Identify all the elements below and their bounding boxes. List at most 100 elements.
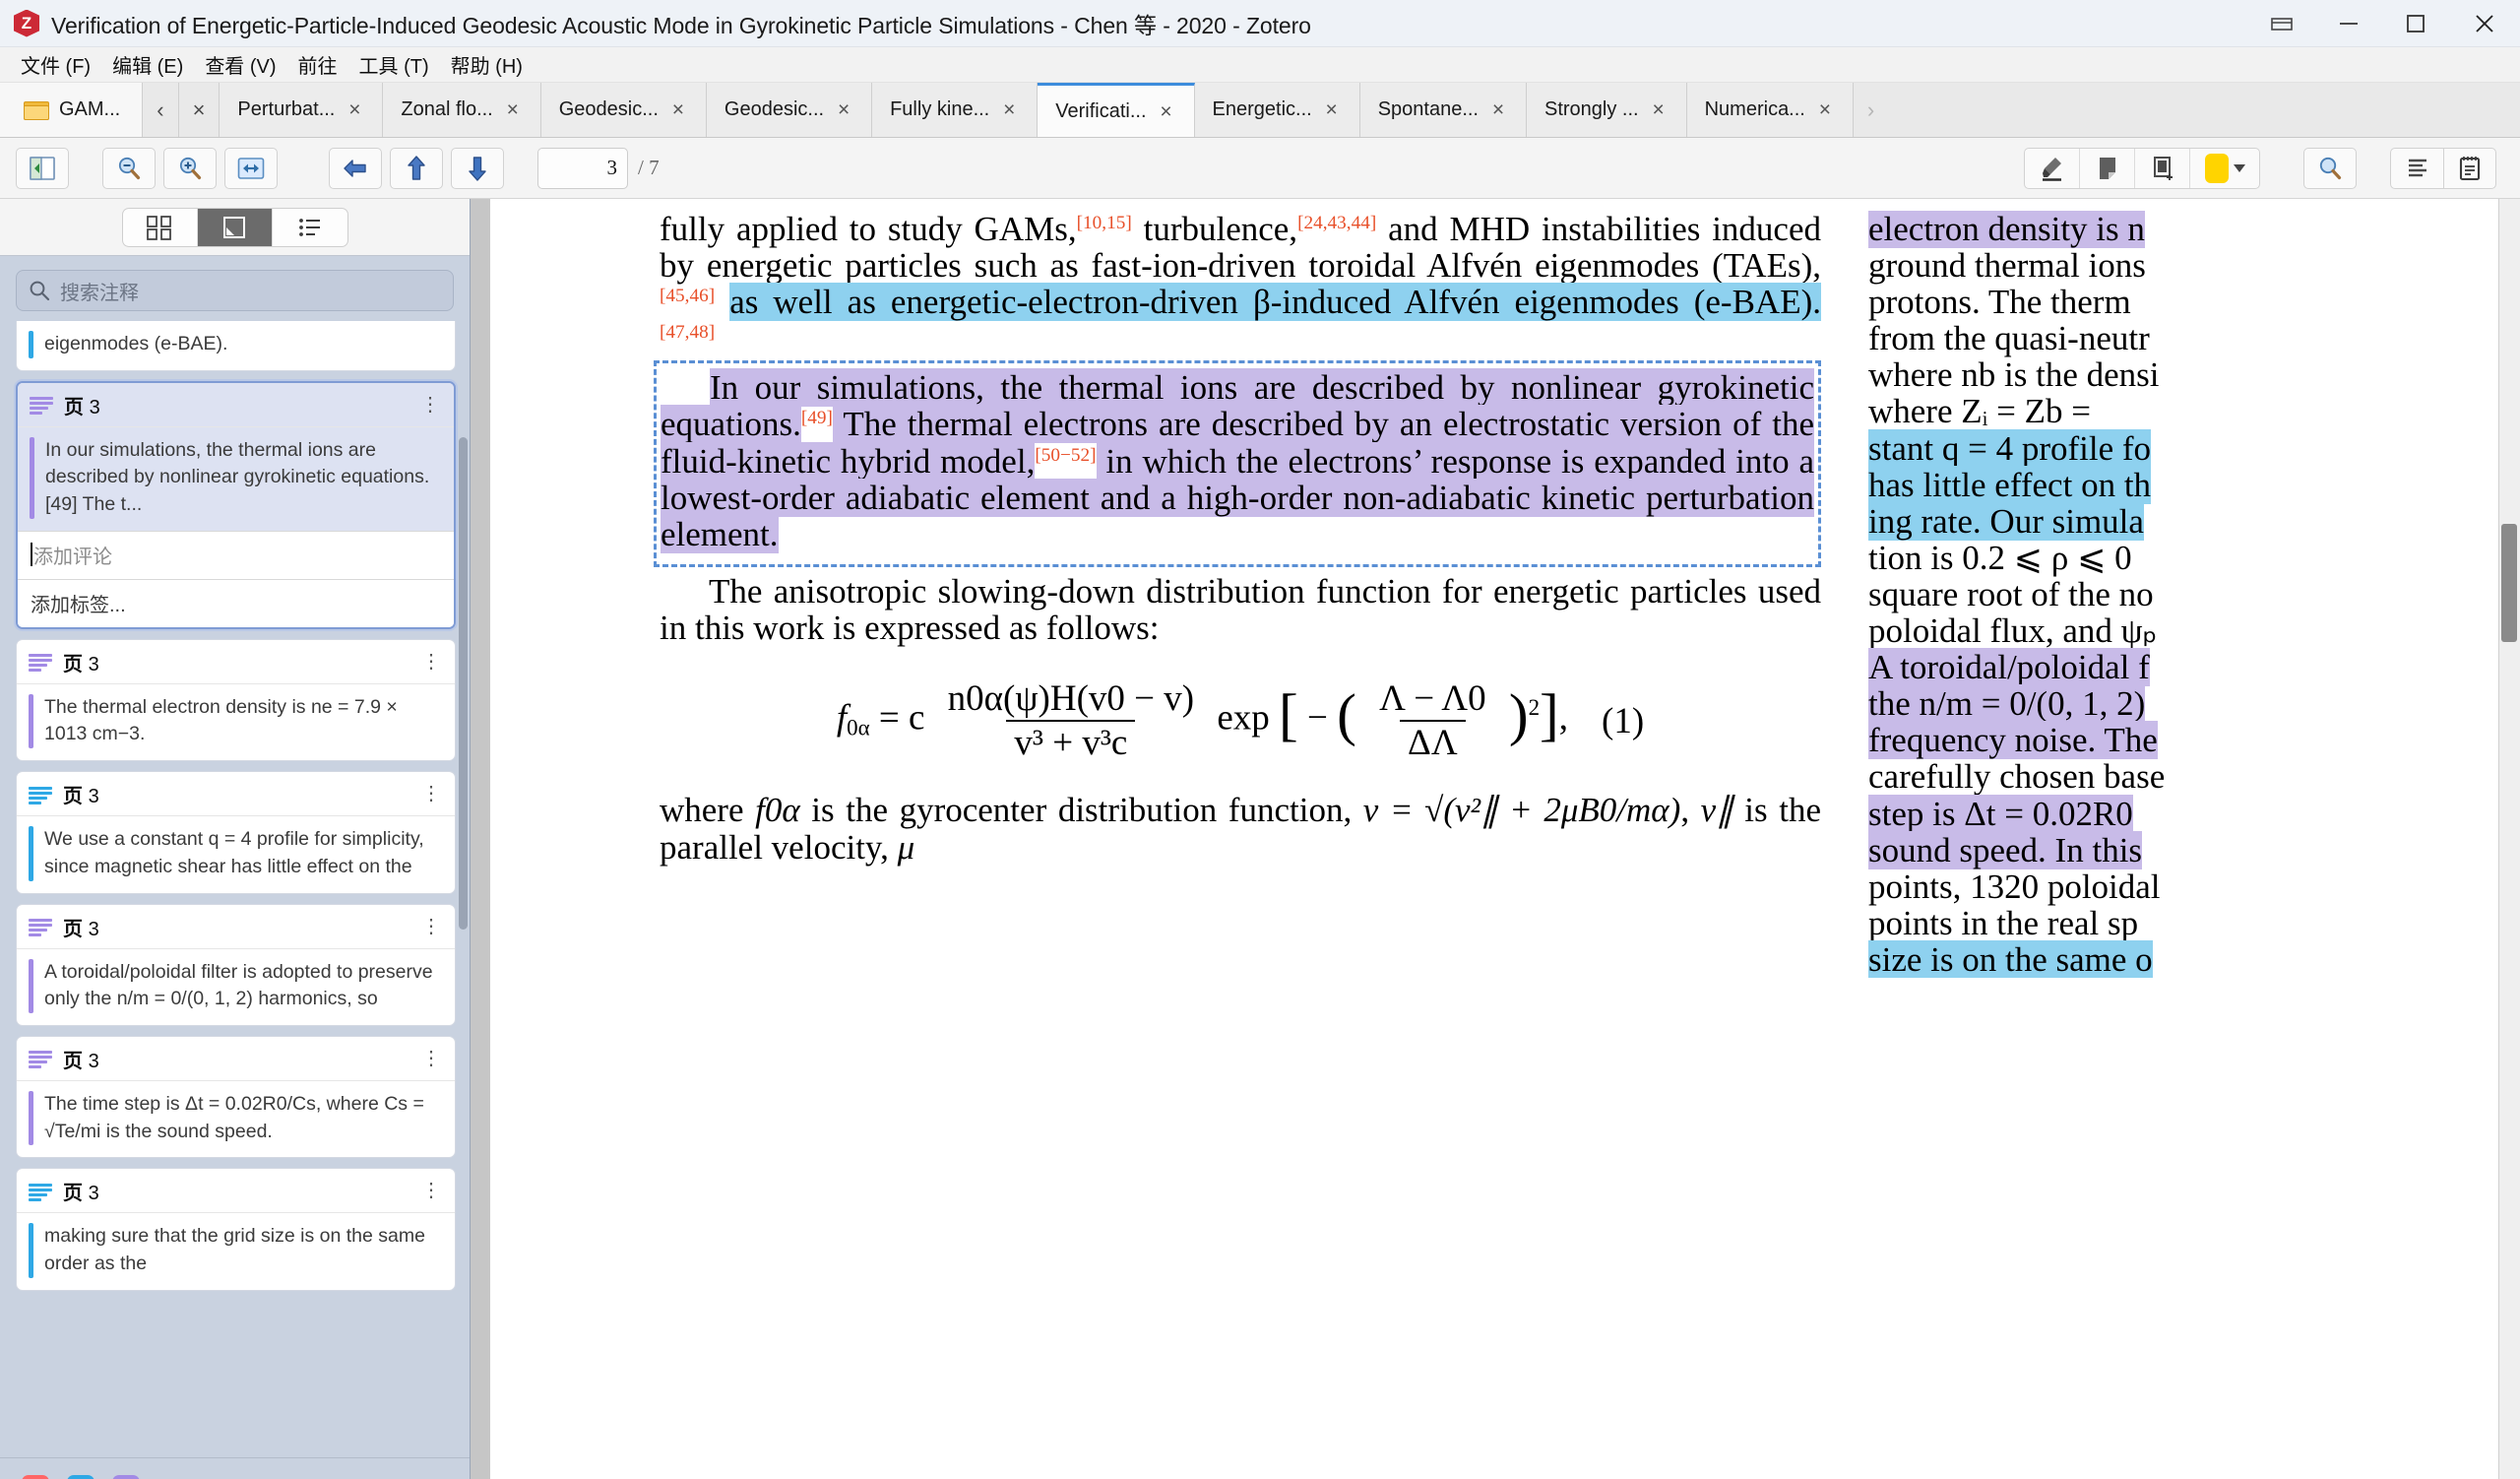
tab-zonal-flow[interactable]: Zonal flo... × <box>383 83 541 137</box>
menu-file[interactable]: 文件 (F) <box>10 47 101 82</box>
menu-go[interactable]: 前往 <box>287 47 348 82</box>
eq-equals: = c <box>878 697 925 739</box>
tab-close-icon[interactable]: × <box>1649 99 1669 120</box>
pdf-viewer[interactable]: fully applied to study GAMs,[10,15] turb… <box>471 199 2520 1479</box>
navigate-back-button[interactable] <box>329 147 382 189</box>
annotation-search-input[interactable]: 搜索注释 <box>16 270 454 311</box>
tab-strongly[interactable]: Strongly ... × <box>1527 83 1687 137</box>
area-select-tool-button[interactable] <box>2135 148 2190 188</box>
tab-numerical[interactable]: Numerica... × <box>1686 83 1854 137</box>
toggle-sidebar-button[interactable] <box>16 147 69 189</box>
selected-annotation-box[interactable]: In our simulations, the thermal ions are… <box>654 360 1821 567</box>
pdf-vertical-scrollbar-thumb[interactable] <box>2501 524 2517 642</box>
minimize-button[interactable] <box>2315 0 2382 47</box>
citation-ref[interactable]: [50−52] <box>1035 445 1096 466</box>
annotation-card[interactable]: eigenmodes (e-BAE). <box>16 321 456 371</box>
annotation-options-icon[interactable]: ⋮ <box>421 1049 443 1068</box>
annotation-options-icon[interactable]: ⋮ <box>421 917 443 936</box>
tab-perturbat[interactable]: Perturbat... × <box>220 83 384 137</box>
pdf-right-line[interactable]: sound speed. In this <box>1868 830 2143 869</box>
annotation-options-icon[interactable]: ⋮ <box>421 652 443 672</box>
sticky-note-tool-button[interactable] <box>2080 148 2135 188</box>
find-in-document-button[interactable] <box>2303 147 2357 189</box>
tab-close-leftmost-button[interactable]: × <box>179 83 220 137</box>
tab-close-icon[interactable]: × <box>503 99 523 120</box>
tab-geodesic-2[interactable]: Geodesic... × <box>706 83 873 137</box>
annotation-color-bar <box>30 436 34 519</box>
page-number-input[interactable]: 3 <box>537 147 628 189</box>
tab-close-icon[interactable]: × <box>1488 99 1508 120</box>
color-filter-blue[interactable] <box>67 1474 94 1479</box>
zoom-in-button[interactable] <box>163 147 217 189</box>
tab-close-icon[interactable]: × <box>999 99 1019 120</box>
outline-panel-button[interactable] <box>2390 147 2443 189</box>
page-up-button[interactable] <box>390 147 443 189</box>
tab-verification[interactable]: Verificati... × <box>1038 83 1195 137</box>
zoom-out-button[interactable] <box>102 147 156 189</box>
tab-scroll-right-button[interactable]: › <box>1854 83 1888 137</box>
annotation-comment-input[interactable]: 添加评论 <box>18 530 454 579</box>
sidebar-annotations-button[interactable] <box>197 208 273 246</box>
menu-help[interactable]: 帮助 (H) <box>440 47 534 82</box>
pdf-right-line[interactable]: A toroidal/poloidal f <box>1868 648 2150 687</box>
highlight-icon <box>29 1049 52 1069</box>
pdf-vertical-scrollbar[interactable] <box>2498 199 2520 1479</box>
annotation-options-icon[interactable]: ⋮ <box>421 784 443 804</box>
pdf-right-line[interactable]: the n/m = 0/(0, 1, 2) <box>1868 684 2146 724</box>
menu-view[interactable]: 查看 (V) <box>194 47 286 82</box>
menu-tools[interactable]: 工具 (T) <box>348 47 440 82</box>
pdf-right-line[interactable]: step is Δt = 0.02R0 <box>1868 794 2133 833</box>
tab-close-icon[interactable]: × <box>1815 99 1835 120</box>
sidebar-thumbnails-button[interactable] <box>123 208 198 246</box>
highlight-annotation-blue[interactable]: as well as energetic-electron-driven β-i… <box>729 283 1821 322</box>
color-filter-red[interactable] <box>22 1474 49 1479</box>
tab-close-icon[interactable]: × <box>668 99 688 120</box>
tab-fully-kinetic[interactable]: Fully kine... × <box>872 83 1039 137</box>
tab-geodesic-1[interactable]: Geodesic... × <box>540 83 707 137</box>
pdf-right-line[interactable]: has little effect on th <box>1868 465 2152 504</box>
annotation-card[interactable]: 页 3 ⋮ We use a constant q = 4 profile fo… <box>16 771 456 894</box>
citation-ref[interactable]: [45,46] <box>660 286 715 306</box>
annotation-card-selected[interactable]: 页 3 ⋮ In our simulations, the thermal io… <box>16 380 456 629</box>
tab-library-label: GAM... <box>59 98 121 120</box>
annotation-options-icon[interactable]: ⋮ <box>421 1181 443 1200</box>
citation-ref[interactable]: [47,48] <box>660 322 715 343</box>
pdf-page[interactable]: fully applied to study GAMs,[10,15] turb… <box>490 199 2520 1479</box>
pdf-right-line[interactable]: electron density is n <box>1868 211 2145 248</box>
annotation-card[interactable]: 页 3 ⋮ The thermal electron density is ne… <box>16 638 456 762</box>
tab-close-icon[interactable]: × <box>1157 101 1176 122</box>
pdf-right-line[interactable]: frequency noise. The <box>1868 721 2158 760</box>
fit-width-button[interactable] <box>224 147 278 189</box>
highlight-tool-button[interactable] <box>2025 148 2080 188</box>
pdf-right-line[interactable]: stant q = 4 profile fo <box>1868 428 2152 468</box>
annotation-card[interactable]: 页 3 ⋮ making sure that the grid size is … <box>16 1168 456 1291</box>
sidebar-scrollbar-thumb[interactable] <box>459 437 468 930</box>
tab-close-icon[interactable]: × <box>1322 99 1342 120</box>
annotation-tags-input[interactable]: 添加标签... <box>18 578 454 627</box>
color-filter-purple[interactable] <box>112 1474 140 1479</box>
tab-energetic[interactable]: Energetic... × <box>1194 83 1360 137</box>
tab-close-icon[interactable]: × <box>834 99 853 120</box>
sidebar-outline-button[interactable] <box>273 209 347 246</box>
close-button[interactable] <box>2449 0 2520 47</box>
pdf-right-line[interactable]: size is on the same o <box>1868 939 2153 978</box>
maximize-button[interactable] <box>2382 0 2449 47</box>
annotation-color-picker[interactable] <box>2190 149 2259 188</box>
notes-panel-button[interactable] <box>2443 147 2496 189</box>
tab-spontaneous[interactable]: Spontane... × <box>1359 83 1527 137</box>
restore-down-icon[interactable] <box>2248 0 2315 47</box>
tab-scroll-left-button[interactable]: ‹ <box>143 83 179 137</box>
annotation-options-icon[interactable]: ⋮ <box>420 395 442 415</box>
annotation-list[interactable]: eigenmodes (e-BAE). 页 3 ⋮ In our simulat… <box>0 321 470 1457</box>
menu-edit[interactable]: 编辑 (E) <box>101 47 194 82</box>
citation-ref[interactable]: [24,43,44] <box>1297 213 1376 233</box>
annotation-card[interactable]: 页 3 ⋮ The time step is Δt = 0.02R0/Cs, w… <box>16 1035 456 1159</box>
pdf-right-line[interactable]: ing rate. Our simula <box>1868 501 2144 541</box>
tab-close-icon[interactable]: × <box>345 99 364 120</box>
page-down-button[interactable] <box>451 147 504 189</box>
annotation-card[interactable]: 页 3 ⋮ A toroidal/poloidal filter is adop… <box>16 903 456 1026</box>
citation-ref[interactable]: [10,15] <box>1077 213 1132 233</box>
citation-ref[interactable]: [49] <box>801 409 833 429</box>
tab-library[interactable]: GAM... <box>0 83 144 137</box>
window-titlebar: Z Verification of Energetic-Particle-Ind… <box>0 0 2520 47</box>
